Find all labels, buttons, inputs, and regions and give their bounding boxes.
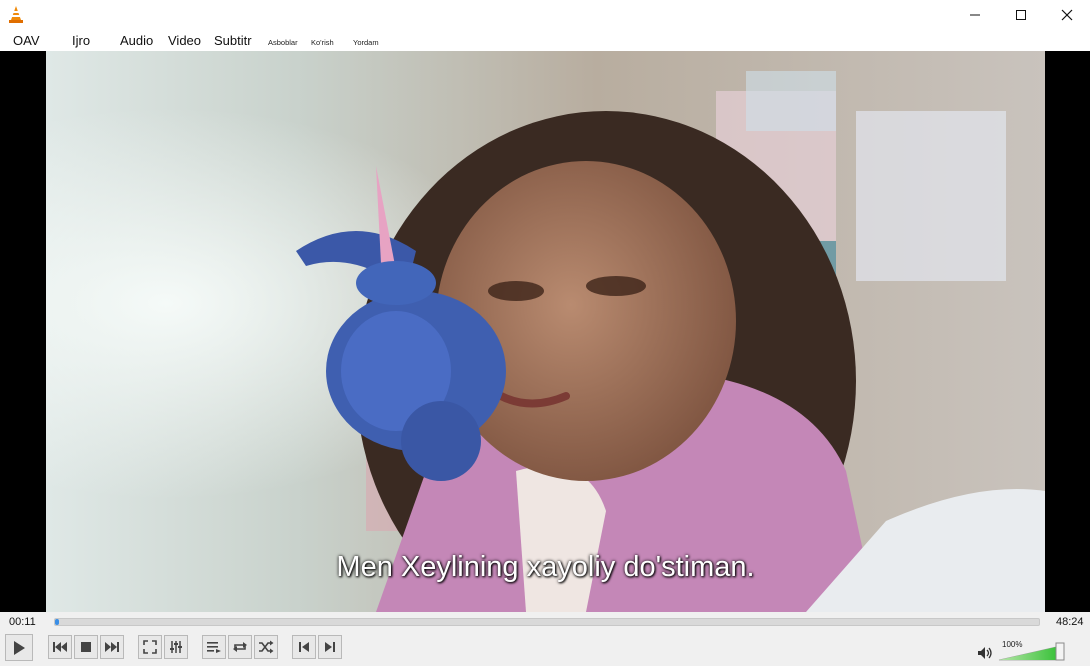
minimize-button[interactable] (952, 0, 998, 30)
loop-button[interactable] (228, 635, 252, 659)
frame-back-icon (299, 642, 309, 652)
menu-bar: OAV Ijro Audio Video Subtitr Asboblar Ko… (0, 30, 1090, 51)
frame-forward-icon (325, 642, 335, 652)
volume-slider[interactable] (998, 641, 1072, 661)
menu-playback[interactable]: Ijro (72, 32, 90, 50)
playlist-button[interactable] (202, 635, 226, 659)
seek-progress (55, 619, 59, 625)
menu-help[interactable]: Yordam (353, 34, 379, 52)
elapsed-time: 00:11 (9, 616, 36, 628)
loop-icon (233, 642, 247, 652)
video-still-image (46, 51, 1045, 612)
seek-bar-row: 00:11 48:24 (0, 612, 1090, 632)
next-icon (105, 642, 119, 652)
menu-media[interactable]: OAV (13, 32, 40, 50)
minimize-icon (970, 14, 980, 16)
maximize-icon (1016, 10, 1026, 20)
menu-subtitle[interactable]: Subtitr (214, 32, 252, 50)
video-area[interactable]: Men Xeylining xayoliy do'stiman. (0, 51, 1090, 612)
close-button[interactable] (1044, 0, 1090, 30)
seek-slider[interactable] (54, 618, 1040, 626)
frame-forward-button[interactable] (318, 635, 342, 659)
extended-settings-button[interactable] (164, 635, 188, 659)
menu-view[interactable]: Ko'rish (311, 34, 334, 52)
menu-video[interactable]: Video (168, 32, 201, 50)
next-button[interactable] (100, 635, 124, 659)
previous-button[interactable] (48, 635, 72, 659)
frame-back-button[interactable] (292, 635, 316, 659)
fullscreen-button[interactable] (138, 635, 162, 659)
total-time: 48:24 (1056, 616, 1084, 628)
title-bar (0, 0, 1090, 30)
video-frame: Men Xeylining xayoliy do'stiman. (46, 51, 1045, 612)
shuffle-icon (259, 640, 274, 654)
menu-audio[interactable]: Audio (120, 32, 153, 50)
subtitle-text: Men Xeylining xayoliy do'stiman. (336, 551, 755, 583)
close-icon (1061, 9, 1073, 21)
stop-button[interactable] (74, 635, 98, 659)
play-button[interactable] (5, 634, 33, 661)
controls-bar: 100% (0, 632, 1090, 664)
stop-icon (81, 642, 91, 652)
volume-handle[interactable] (1055, 642, 1065, 661)
speaker-icon[interactable] (977, 646, 993, 665)
shuffle-button[interactable] (254, 635, 278, 659)
menu-tools[interactable]: Asboblar (268, 34, 298, 52)
playlist-icon (207, 642, 221, 653)
vlc-cone-icon[interactable] (8, 5, 24, 23)
maximize-button[interactable] (998, 0, 1044, 30)
extended-settings-icon (170, 641, 182, 653)
play-icon (14, 640, 25, 655)
fullscreen-icon (143, 640, 157, 654)
previous-icon (53, 642, 67, 652)
